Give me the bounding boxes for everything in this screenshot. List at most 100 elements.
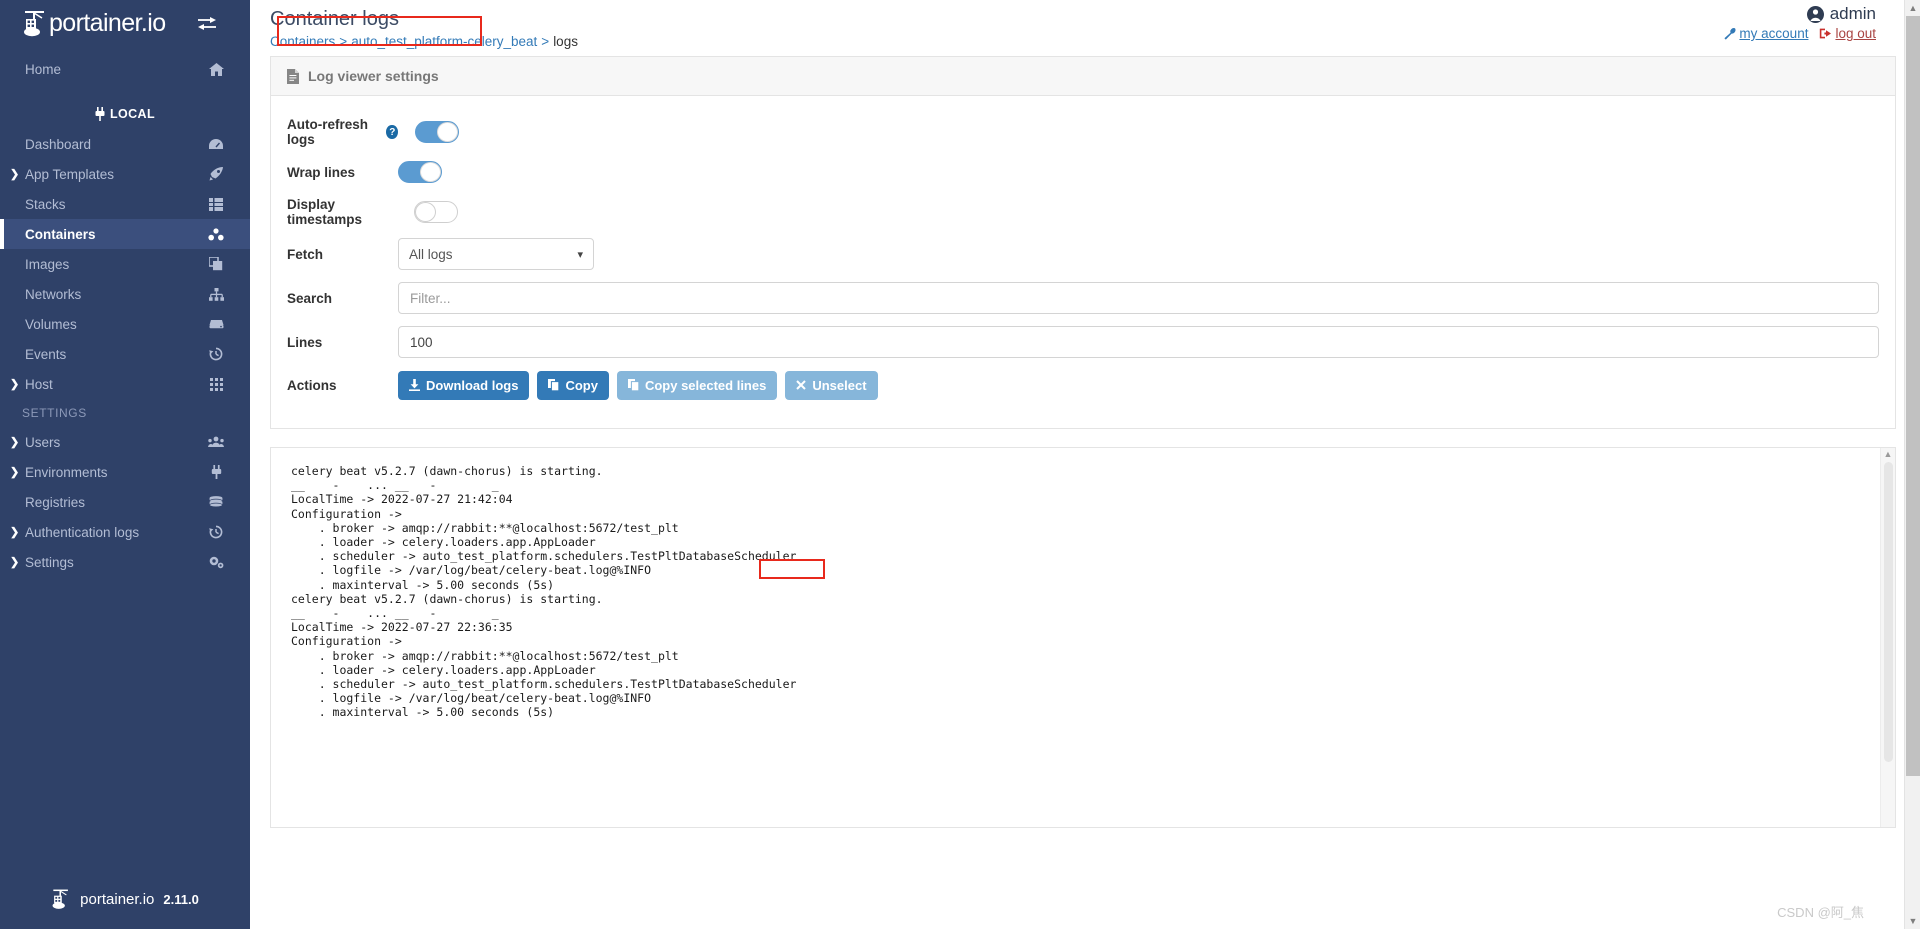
log-output-panel[interactable]: celery beat v5.2.7 (dawn-chorus) is star… bbox=[270, 447, 1896, 828]
database-icon bbox=[206, 495, 226, 509]
row-lines: Lines 100 bbox=[287, 320, 1879, 364]
sidebar-item-registries[interactable]: Registries bbox=[0, 487, 250, 517]
lines-input[interactable]: 100 bbox=[398, 326, 1879, 358]
chevron-right-icon[interactable]: ❯ bbox=[10, 556, 19, 569]
copy-button[interactable]: Copy bbox=[537, 370, 609, 400]
settings-card-header: Log viewer settings bbox=[271, 57, 1895, 96]
my-account-link[interactable]: my account bbox=[1723, 26, 1808, 41]
sidebar-item-settings[interactable]: ❯ Settings bbox=[0, 547, 250, 577]
download-logs-label: Download logs bbox=[426, 377, 519, 393]
page-header: Container logs Containers > auto_test_pl… bbox=[250, 0, 1920, 56]
toggle-knob bbox=[415, 202, 436, 222]
environment-label: LOCAL bbox=[109, 107, 156, 121]
breadcrumb-containers[interactable]: Containers bbox=[270, 34, 335, 49]
download-logs-button[interactable]: Download logs bbox=[398, 370, 530, 400]
rocket-icon bbox=[206, 167, 226, 181]
search-input[interactable]: Filter... bbox=[398, 282, 1879, 314]
sidebar-brand-label: portainer.io bbox=[49, 9, 166, 37]
sidebar-brand[interactable]: portainer.io bbox=[0, 0, 250, 47]
version-label: 2.11.0 bbox=[163, 892, 199, 907]
containers-icon bbox=[206, 227, 226, 241]
users-icon bbox=[206, 436, 226, 448]
wrap-lines-toggle[interactable] bbox=[398, 161, 442, 183]
scroll-up-arrow-icon[interactable]: ▲ bbox=[1881, 448, 1895, 460]
help-icon[interactable]: ? bbox=[386, 125, 398, 139]
sidebar-item-dashboard[interactable]: Dashboard bbox=[0, 129, 250, 159]
sidebar-item-label: Registries bbox=[25, 494, 86, 510]
page-scrollbar[interactable]: ▲ ▼ bbox=[1904, 0, 1920, 929]
log-out-link[interactable]: log out bbox=[1819, 26, 1876, 41]
display-timestamps-label-group: Display timestamps bbox=[287, 197, 398, 227]
unselect-button[interactable]: Unselect bbox=[785, 370, 878, 400]
user-area: admin my account log out bbox=[1723, 4, 1876, 41]
chevron-right-icon[interactable]: ❯ bbox=[10, 168, 19, 181]
log-viewer-settings-card: Log viewer settings Auto-refresh logs ? … bbox=[270, 56, 1896, 429]
dashboard-icon bbox=[206, 138, 226, 151]
page-scrollbar-thumb[interactable] bbox=[1906, 16, 1920, 776]
sidebar-item-containers[interactable]: Containers bbox=[0, 219, 250, 249]
breadcrumb-current: logs bbox=[553, 34, 578, 49]
toggle-knob bbox=[420, 162, 441, 182]
row-fetch: Fetch All logs ▾ bbox=[287, 232, 1879, 276]
page-scroll-down-arrow-icon[interactable]: ▼ bbox=[1905, 913, 1920, 929]
sidebar-item-volumes[interactable]: Volumes bbox=[0, 309, 250, 339]
sidebar-item-images[interactable]: Images bbox=[0, 249, 250, 279]
sidebar-item-authentication-logs[interactable]: ❯ Authentication logs bbox=[0, 517, 250, 547]
fetch-select[interactable]: All logs ▾ bbox=[398, 238, 594, 270]
sidebar-item-label: Host bbox=[25, 376, 53, 392]
fetch-label: Fetch bbox=[287, 246, 324, 262]
user-name-row: admin bbox=[1723, 4, 1876, 24]
chevron-right-icon[interactable]: ❯ bbox=[10, 378, 19, 391]
display-timestamps-toggle[interactable] bbox=[414, 201, 458, 223]
log-text[interactable]: celery beat v5.2.7 (dawn-chorus) is star… bbox=[271, 448, 1895, 736]
row-auto-refresh: Auto-refresh logs ? bbox=[287, 112, 1879, 152]
copy-selected-lines-label: Copy selected lines bbox=[644, 377, 767, 393]
auto-refresh-toggle[interactable] bbox=[415, 121, 459, 143]
my-account-label: my account bbox=[1739, 26, 1809, 41]
sidebar-item-users[interactable]: ❯ Users bbox=[0, 427, 250, 457]
lines-label: Lines bbox=[287, 334, 323, 350]
environment-header: LOCAL bbox=[0, 99, 250, 129]
sidebar-item-environments[interactable]: ❯ Environments bbox=[0, 457, 250, 487]
breadcrumb-container-name[interactable]: auto_test_platform-celery_beat bbox=[351, 34, 537, 49]
sidebar-item-stacks[interactable]: Stacks bbox=[0, 189, 250, 219]
chevron-right-icon[interactable]: ❯ bbox=[10, 526, 19, 539]
sidebar-item-label: Containers bbox=[25, 226, 96, 242]
times-icon bbox=[796, 380, 807, 390]
breadcrumb: Containers > auto_test_platform-celery_b… bbox=[270, 34, 1920, 49]
chevron-right-icon[interactable]: ❯ bbox=[10, 436, 19, 449]
row-wrap-lines: Wrap lines bbox=[287, 152, 1879, 192]
log-scrollbar-thumb[interactable] bbox=[1884, 462, 1893, 762]
row-display-timestamps: Display timestamps bbox=[287, 192, 1879, 232]
watermark: CSDN @阿_焦 bbox=[1777, 905, 1864, 920]
sidebar-item-label: Environments bbox=[25, 464, 108, 480]
logout-icon bbox=[1819, 27, 1832, 40]
sidebar-item-label: Dashboard bbox=[25, 136, 92, 152]
sidebar-item-label: Settings bbox=[25, 554, 74, 570]
wrench-icon bbox=[1723, 27, 1736, 40]
sidebar-item-host[interactable]: ❯ Host bbox=[0, 369, 250, 399]
breadcrumb-separator: > bbox=[339, 34, 348, 49]
copy-selected-lines-button[interactable]: Copy selected lines bbox=[616, 370, 778, 400]
sidebar-footer: portainer.io 2.11.0 bbox=[0, 870, 250, 929]
page-scroll-up-arrow-icon[interactable]: ▲ bbox=[1905, 0, 1920, 16]
auto-refresh-label-group: Auto-refresh logs ? bbox=[287, 117, 398, 147]
unselect-label: Unselect bbox=[812, 377, 867, 393]
gears-icon bbox=[206, 555, 226, 569]
main-content: Container logs Containers > auto_test_pl… bbox=[250, 0, 1920, 929]
actions-buttons: Download logs Copy Copy selected lines U… bbox=[398, 370, 886, 400]
log-out-label: log out bbox=[1835, 26, 1876, 41]
sidebar-item-label: Networks bbox=[25, 286, 82, 302]
log-scrollbar[interactable]: ▲ bbox=[1880, 448, 1895, 827]
sidebar-item-events[interactable]: Events bbox=[0, 339, 250, 369]
sidebar-item-home[interactable]: Home bbox=[0, 54, 250, 84]
collapse-arrows-icon[interactable] bbox=[197, 16, 217, 32]
sidebar-item-networks[interactable]: Networks bbox=[0, 279, 250, 309]
actions-label: Actions bbox=[287, 377, 337, 393]
history-icon bbox=[206, 525, 226, 539]
grid-icon bbox=[206, 377, 226, 391]
portainer-logo-icon bbox=[22, 9, 48, 39]
chevron-right-icon[interactable]: ❯ bbox=[10, 466, 19, 479]
sidebar-item-app-templates[interactable]: ❯ App Templates bbox=[0, 159, 250, 189]
